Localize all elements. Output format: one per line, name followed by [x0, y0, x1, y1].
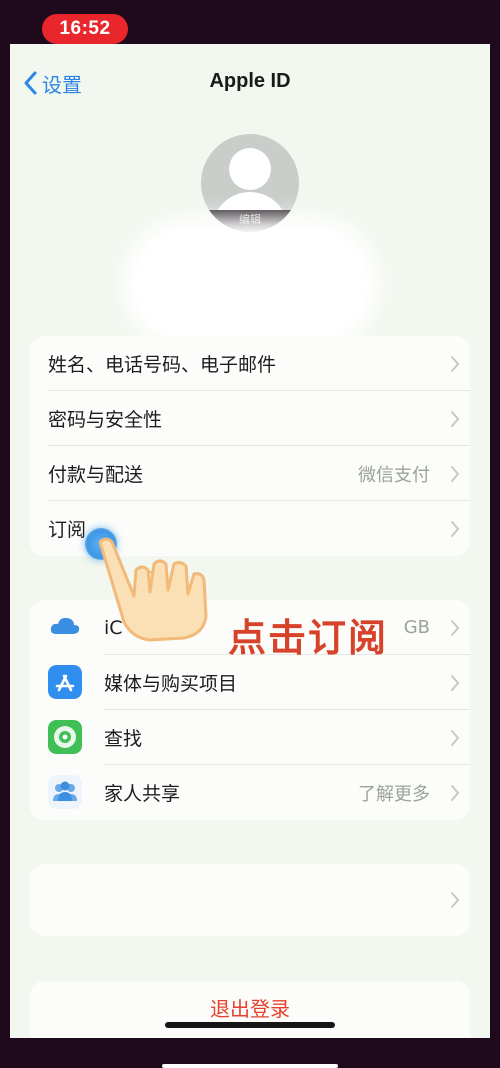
- page-title: Apple ID: [209, 70, 291, 92]
- app-store-icon: [48, 665, 82, 699]
- status-time: 16:52: [42, 14, 128, 44]
- chevron-right-icon: [451, 521, 460, 537]
- chevron-right-icon: [451, 356, 460, 372]
- sign-out-button[interactable]: 退出登录: [30, 981, 470, 1038]
- row-label: 家人共享: [104, 783, 181, 805]
- home-indicator[interactable]: [165, 1022, 335, 1028]
- avatar-head-icon: [229, 148, 271, 190]
- row-find-my[interactable]: 查找: [30, 710, 470, 765]
- chevron-right-icon: [451, 892, 460, 908]
- family-sharing-icon: [48, 775, 82, 809]
- row-payment-shipping[interactable]: 付款与配送 微信支付: [30, 446, 470, 501]
- row-label: 查找: [104, 728, 143, 750]
- chevron-right-icon: [451, 466, 460, 482]
- chevron-right-icon: [451, 730, 460, 746]
- chevron-right-icon: [451, 620, 460, 636]
- icloud-icon: [50, 617, 80, 634]
- chevron-right-icon: [451, 675, 460, 691]
- row-label: 密码与安全性: [48, 409, 163, 431]
- row-value: 微信支付: [358, 464, 430, 486]
- row-label: 付款与配送: [48, 464, 144, 486]
- apple-id-screen: 设置 Apple ID 编辑 姓名、电话号码、电子邮件 密码与安全性 付款与配送…: [10, 44, 490, 1038]
- device-row[interactable]: [30, 864, 470, 936]
- row-password-security[interactable]: 密码与安全性: [30, 391, 470, 446]
- account-settings-group: 姓名、电话号码、电子邮件 密码与安全性 付款与配送 微信支付 订阅: [30, 336, 470, 556]
- chevron-right-icon: [451, 411, 460, 427]
- profile-name-redacted: [140, 234, 362, 334]
- row-media-purchases[interactable]: 媒体与购买项目: [30, 655, 470, 710]
- bottom-edge: [162, 1064, 338, 1068]
- sign-out-label: 退出登录: [210, 997, 290, 1021]
- tap-hand-icon: [98, 537, 208, 642]
- chevron-right-icon: [451, 785, 460, 801]
- row-label: 姓名、电话号码、电子邮件: [48, 354, 277, 376]
- find-my-icon: [48, 720, 82, 754]
- row-label: 媒体与购买项目: [104, 673, 238, 695]
- avatar-edit-label: 编辑: [201, 210, 299, 232]
- avatar[interactable]: 编辑: [201, 134, 299, 232]
- annotation-text: 点击订阅: [228, 616, 389, 660]
- row-label: 订阅: [48, 519, 87, 541]
- row-family-sharing[interactable]: 家人共享 了解更多: [30, 765, 470, 820]
- row-value: GB: [403, 617, 430, 638]
- row-value: 了解更多: [358, 783, 430, 805]
- row-name-phone-email[interactable]: 姓名、电话号码、电子邮件: [30, 336, 470, 391]
